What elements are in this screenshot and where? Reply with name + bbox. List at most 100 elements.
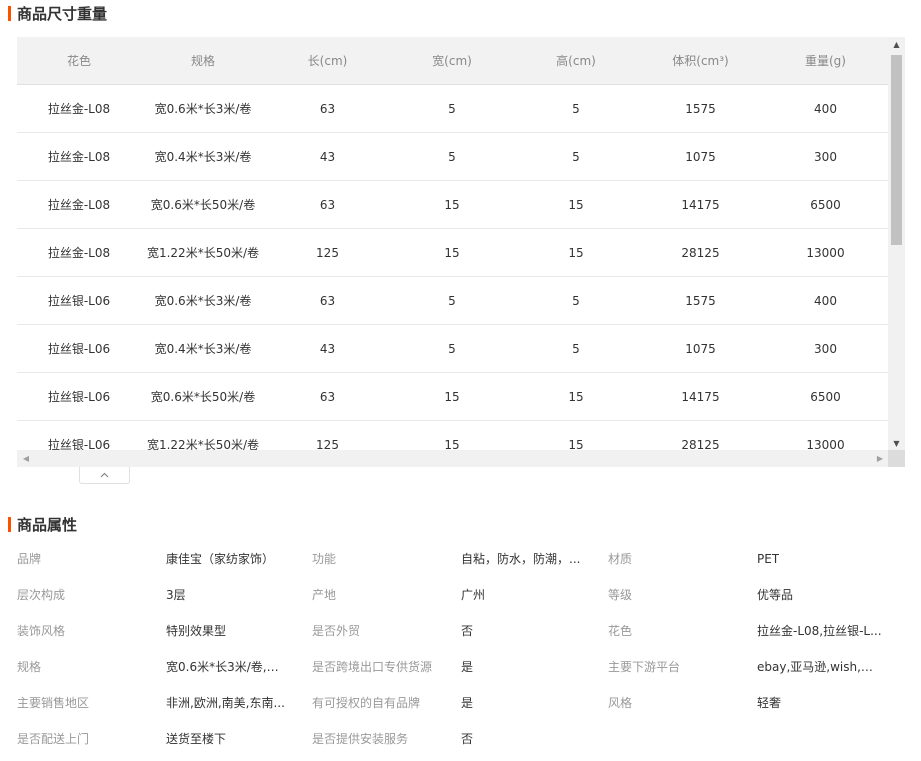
attribute-value: PET	[757, 552, 780, 566]
table-cell: 15	[568, 245, 584, 260]
table-cell: 63	[319, 389, 336, 404]
table-cell: 125	[316, 245, 339, 260]
attribute-key: 是否外贸	[312, 624, 361, 638]
attribute-key: 花色	[608, 624, 633, 638]
size-section-title: 商品尺寸重量	[8, 3, 107, 23]
table-cell: 宽1.22米*长50米/卷	[146, 246, 260, 260]
scroll-down-arrow-icon[interactable]: ▼	[888, 436, 905, 450]
table-cell: 28125	[681, 437, 720, 451]
table-row: 拉丝金-L08 宽0.4米*长3米/卷 43 5 5 1075 300	[17, 133, 888, 181]
attribute-key: 是否配送上门	[17, 732, 90, 746]
table-cell: 14175	[681, 197, 720, 212]
table-cell: 5	[448, 341, 456, 356]
table-cell: 63	[319, 197, 336, 212]
table-cell: 6500	[810, 197, 841, 212]
table-cell: 15	[444, 389, 460, 404]
table-cell: 1575	[685, 101, 716, 116]
column-header: 重量(g)	[805, 54, 846, 68]
attribute-key: 是否跨境出口专供货源	[312, 660, 433, 674]
scroll-right-arrow-icon[interactable]: ▶	[873, 450, 887, 467]
attribute-key: 产地	[312, 588, 337, 602]
table-cell: 拉丝银-L06	[47, 438, 111, 450]
table-row: 拉丝银-L06 宽0.6米*长3米/卷 63 5 5 1575 400	[17, 277, 888, 325]
attribute-row: 层次构成 3层 产地 广州 等级 优等品	[0, 585, 921, 605]
table-cell: 13000	[806, 437, 845, 451]
table-row: 拉丝银-L06 宽1.22米*长50米/卷 125 15 15 28125 13000	[17, 421, 888, 451]
table-row: 拉丝金-L08 宽1.22米*长50米/卷 125 15 15 28125 13000	[17, 229, 888, 277]
attribute-value: 宽0.6米*长3米/卷,宽...	[166, 660, 286, 674]
attr-section-title: 商品属性	[8, 514, 77, 534]
table-cell: 400	[814, 101, 837, 116]
table-cell: 6500	[810, 389, 841, 404]
table-cell: 15	[444, 197, 460, 212]
table-cell: 15	[568, 197, 584, 212]
attribute-value: 轻奢	[757, 696, 782, 710]
table-cell: 14175	[681, 389, 720, 404]
table-cell: 300	[814, 341, 837, 356]
table-row: 拉丝银-L06 宽0.6米*长50米/卷 63 15 15 14175 6500	[17, 373, 888, 421]
table-cell: 5	[572, 149, 580, 164]
scroll-left-arrow-icon[interactable]: ◀	[19, 450, 33, 467]
vertical-scroll-thumb[interactable]	[891, 55, 902, 245]
table-cell: 5	[448, 149, 456, 164]
table-cell: 15	[568, 389, 584, 404]
attribute-value: 广州	[461, 588, 486, 602]
table-row: 拉丝金-L08 宽0.6米*长3米/卷 63 5 5 1575 400	[17, 85, 888, 133]
vertical-scrollbar[interactable]: ▲ ▼	[888, 37, 905, 450]
attribute-key: 规格	[17, 660, 42, 674]
attribute-key: 主要销售地区	[17, 696, 90, 710]
table-cell: 43	[319, 149, 336, 164]
attribute-value: 送货至楼下	[166, 732, 227, 746]
attribute-value: 非洲,欧洲,南美,东南...	[166, 696, 285, 710]
scroll-up-arrow-icon[interactable]: ▲	[888, 37, 905, 51]
attribute-key: 有可授权的自有品牌	[312, 696, 421, 710]
attribute-value: 优等品	[757, 588, 794, 602]
horizontal-scrollbar[interactable]: ◀ ▶	[17, 450, 888, 467]
attribute-value: 否	[461, 624, 474, 638]
column-header: 花色	[66, 54, 91, 68]
attribute-key: 等级	[608, 588, 633, 602]
chevron-up-icon	[100, 472, 109, 478]
attribute-key: 装饰风格	[17, 624, 66, 638]
attribute-key: 层次构成	[17, 588, 66, 602]
table-cell: 5	[448, 293, 456, 308]
table-cell: 拉丝金-L08	[47, 198, 111, 212]
attribute-key: 是否提供安装服务	[312, 732, 409, 746]
table-cell: 拉丝金-L08	[47, 102, 111, 116]
table-cell: 15	[568, 437, 584, 451]
table-cell: 5	[448, 101, 456, 116]
table-cell: 宽0.6米*长3米/卷	[154, 294, 252, 308]
attribute-value: 否	[461, 732, 474, 746]
table-cell: 宽0.6米*长50米/卷	[150, 390, 256, 404]
attribute-key: 材质	[608, 552, 633, 566]
table-cell: 拉丝金-L08	[47, 246, 111, 260]
attribute-key: 品牌	[17, 552, 42, 566]
table-cell: 拉丝银-L06	[47, 342, 111, 356]
table-cell: 5	[572, 101, 580, 116]
table-cell: 宽0.6米*长50米/卷	[150, 198, 256, 212]
table-row: 拉丝银-L06 宽0.4米*长3米/卷 43 5 5 1075 300	[17, 325, 888, 373]
attribute-row: 规格 宽0.6米*长3米/卷,宽... 是否跨境出口专供货源 是 主要下游平台 ebay,…	[0, 657, 921, 677]
section-accent-bar	[8, 5, 11, 21]
section-title-text: 商品属性	[17, 515, 78, 534]
table-cell: 1575	[685, 293, 716, 308]
attribute-value: 3层	[166, 588, 186, 602]
table-cell: 28125	[681, 245, 720, 260]
table-cell: 1075	[685, 149, 716, 164]
table-cell: 拉丝金-L08	[47, 150, 111, 164]
section-accent-bar	[8, 516, 11, 532]
attribute-value: 是	[461, 696, 474, 710]
table-cell: 125	[316, 437, 339, 451]
attribute-key: 风格	[608, 696, 633, 710]
table-cell: 宽0.4米*长3米/卷	[154, 342, 252, 356]
column-header: 高(cm)	[556, 54, 596, 68]
attribute-row: 装饰风格 特别效果型 是否外贸 否 花色 拉丝金-L08,拉丝银-L...	[0, 621, 921, 641]
attribute-value: 康佳宝（家纺家饰）	[166, 552, 275, 566]
table-cell: 拉丝银-L06	[47, 390, 111, 404]
attribute-value: 是	[461, 660, 474, 674]
table-cell: 宽0.4米*长3米/卷	[154, 150, 252, 164]
collapse-table-button[interactable]	[79, 467, 130, 484]
table-cell: 43	[319, 341, 336, 356]
attribute-key: 主要下游平台	[608, 660, 681, 674]
column-header: 规格	[190, 54, 215, 68]
